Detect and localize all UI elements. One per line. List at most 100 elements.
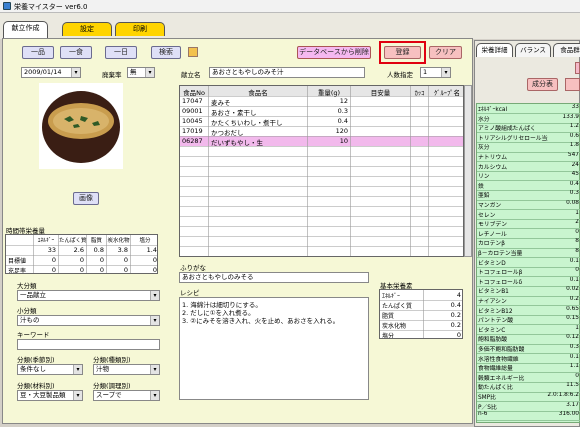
register-button[interactable]: 登録 [384,46,421,59]
nutrient-value: 0 [575,228,579,235]
nutrient-name: アミノ酸組成たんぱく [478,126,536,133]
time-cell: 0.8 [93,246,104,254]
nutrient-value: 8 [575,248,579,254]
furigana-input[interactable]: あおさともやしのみそる [179,272,369,283]
nutrient-name: ビタミンC [478,327,506,334]
small-class-select[interactable]: 汁もの [17,315,160,326]
time-cell: 0 [79,266,84,274]
nutrient-name: カルシウム [478,164,507,171]
nutrient-name: 灰分 [478,145,490,152]
recipe-line: 3. ②にみそを溶き入れ、火を止め、あおさを入れる。 [182,317,340,325]
nutrient-name: ｴﾈﾙｷﾞｰkcal [478,107,508,113]
nutrient-name: トコフェロールβ [478,270,523,277]
time-cell: 3.8 [117,246,128,254]
cook-class-select[interactable]: スープで [93,390,160,401]
time-cell: 0 [51,256,56,264]
ingredient-scrollbar[interactable] [464,85,472,257]
recipe-label: レシピ [180,289,200,297]
time-row-label: 目標値 [8,258,27,265]
nutrient-value: 0.1 [569,276,579,283]
recipe-textarea[interactable]: 1. 海綿汁は細切りにする。 2. だしに①を入れ煮る。 3. ②にみそを溶き入… [179,297,369,400]
nutrient-name: レチノール [478,231,507,238]
nutrient-name: 水分 [478,116,490,123]
keyword-label: キーワード [17,331,50,339]
nutrient-value: 1.8 [569,142,579,149]
nutrient-value: 0.65 [566,305,579,312]
delete-from-db-button[interactable]: データベースから削除 [297,46,371,59]
time-cell: 0 [123,266,128,274]
nutrient-value: 547 [567,152,579,158]
servings-select[interactable]: 1 [420,67,451,78]
folder-icon[interactable] [188,47,198,57]
time-cell: 0 [51,266,56,274]
image-button[interactable]: 画像 [73,192,99,205]
material-class-select[interactable]: 豆・大豆製品類 [17,390,83,401]
date-select[interactable]: 2009/01/14 [21,67,81,78]
basic-nutrients-table: ｴﾈﾙｷﾞｰ 4 たんぱく質 0.4 脂質 0.2 炭水化物 0.2 塩分 0 [379,289,463,339]
nutrient-value: 0.1 [569,353,579,360]
right-edge-button-2[interactable] [565,78,580,91]
large-class-select[interactable]: 一品献立 [17,290,160,301]
nutrient-value: 33 [571,104,579,110]
basic-value: 0 [456,331,461,339]
cell-food-no: 17019 [182,127,203,135]
servings-label: 人数指定 [387,71,413,79]
search-button[interactable]: 検索 [151,46,181,59]
time-col: ｴﾈﾙｷﾞｰ [37,238,55,244]
tab-nutrient-detail[interactable]: 栄養詳細 [476,43,513,57]
nutrient-value: 1.1 [569,363,579,370]
tab-food-group[interactable]: 食品群 [553,43,580,57]
cell-food-name: だいずもやし・生 [211,139,263,147]
cell-weight: 120 [335,127,348,135]
basic-name: 塩分 [382,333,395,339]
composition-table-button[interactable]: 成分表 [527,78,558,91]
window-title: 栄養マイスター ver6.0 [14,3,88,11]
tab-balance[interactable]: バランス [515,43,551,57]
ingredient-grid[interactable]: 食品No 食品名 重量(g) 目安量 ｶｯｺ ｸﾞﾙｰﾌﾟ名 17047 麦みそ… [179,85,464,257]
col-paren: ｶｯｺ [414,89,425,97]
clear-button[interactable]: クリア [429,46,462,59]
tab-menu-create[interactable]: 献立作成 [3,21,48,39]
nutrient-value: 3.17 [566,401,579,408]
one-meal-button[interactable]: 一食 [60,46,92,59]
nutrient-name: マンガン [478,203,502,209]
nutrient-value: 0.6 [569,132,579,139]
basic-value: 4 [456,291,461,299]
nutrient-name: ビタミンD [478,260,506,267]
nutrient-name: n-6 [478,411,488,418]
cell-weight: 12 [339,97,348,105]
time-cell: 0 [79,256,84,264]
nutrient-value: 8 [575,238,579,245]
cell-food-no: 10045 [182,117,203,125]
nutrient-value: 0.1 [569,257,579,264]
nutrient-name: 多価不飽和脂肪酸 [478,347,525,353]
large-class-label: 大分類 [17,282,37,290]
nutrient-value: 1 [575,324,579,331]
season-class-select[interactable]: 条件なし [17,364,83,375]
right-edge-button[interactable] [575,62,580,74]
time-col: 塩分 [139,238,151,244]
col-food-name: 食品名 [248,89,268,97]
waste-select[interactable]: 無 [127,67,155,78]
nutrient-value: 2 [575,219,579,226]
cell-food-name: かたくちいわし・煮干し [211,119,283,127]
time-cell: 0 [99,266,104,274]
cell-weight: 0.4 [337,117,348,125]
cell-food-name: かつおだし [211,129,244,137]
nutrient-name: 鉄 [478,183,484,190]
time-cell: 0 [152,266,157,274]
tab-settings[interactable]: 設定 [62,22,112,36]
menu-name-input[interactable]: あおさともやしのみそ汁 [209,67,365,78]
basic-name: ｴﾈﾙｷﾞｰ [382,293,401,300]
keyword-input[interactable] [17,339,160,350]
one-dish-button[interactable]: 一品 [22,46,54,59]
time-row-label: 充足率 [8,268,27,274]
time-nutrition-table: ｴﾈﾙｷﾞｰ たんぱく質 脂質 炭水化物 塩分 33 2.6 0.8 3.8 1… [5,234,158,274]
nutrient-name: β－カロテン当量 [478,251,523,257]
one-day-button[interactable]: 一日 [105,46,137,59]
cell-food-name: 麦みそ [211,99,231,107]
nutrient-value: 0.4 [569,180,579,187]
type-class-label: 分類(種類別) [93,356,131,364]
type-class-select[interactable]: 汁物 [93,364,160,375]
tab-print[interactable]: 印刷 [115,22,165,36]
